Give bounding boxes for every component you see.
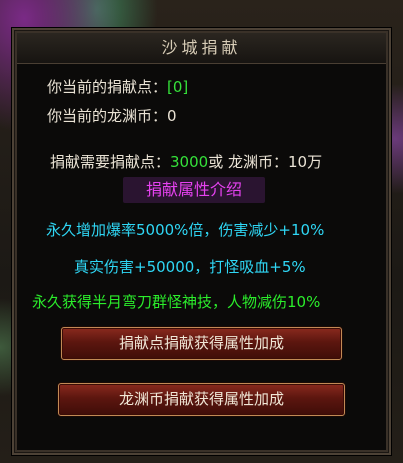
coins-row: 你当前的龙渊币：0	[47, 105, 177, 126]
attribute-line-1: 永久增加爆率5000%倍，伤害减少+10%	[46, 221, 325, 239]
points-value: [0]	[167, 78, 189, 96]
requirement-coins: 10万	[287, 153, 323, 171]
requirement-middle: 或 龙渊币：	[208, 153, 288, 171]
points-row: 你当前的捐献点：[0]	[47, 76, 188, 97]
coins-label: 你当前的龙渊币：	[47, 107, 168, 125]
donation-panel: 沙城捐献 你当前的捐献点：[0] 你当前的龙渊币：0 捐献需要捐献点：3000或…	[12, 28, 391, 455]
points-label: 你当前的捐献点：	[47, 78, 168, 96]
attribute-line-3: 永久获得半月弯刀群怪神技，人物减伤10%	[32, 293, 321, 311]
attributes-header: 捐献属性介绍	[123, 177, 265, 203]
donate-points-button[interactable]: 捐献点捐献获得属性加成	[61, 327, 342, 360]
requirement-points: 3000	[170, 153, 209, 171]
requirement-row: 捐献需要捐献点：3000或 龙渊币：10万	[50, 151, 322, 172]
coins-value: 0	[167, 107, 177, 125]
attribute-line-2: 真实伤害+50000，打怪吸血+5%	[74, 258, 306, 276]
window-title: 沙城捐献	[17, 33, 386, 64]
donate-coins-button[interactable]: 龙渊币捐献获得属性加成	[58, 383, 345, 416]
requirement-prefix: 捐献需要捐献点：	[50, 153, 171, 171]
